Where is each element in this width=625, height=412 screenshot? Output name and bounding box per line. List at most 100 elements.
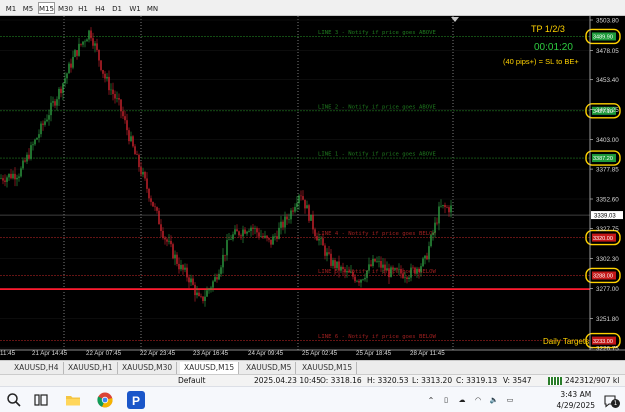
candle-body xyxy=(180,264,182,270)
task-view-icon[interactable] xyxy=(32,391,50,409)
candle-body xyxy=(416,268,418,274)
candle-body xyxy=(282,221,284,228)
wifi-icon[interactable]: ◠ xyxy=(470,396,486,404)
tf-m5-button[interactable]: M5 xyxy=(21,2,35,14)
time-tick-label: 11:45 xyxy=(0,350,16,357)
chart-shift-marker xyxy=(451,17,459,22)
tab-xauusd-h1[interactable]: XAUUSD,H1 xyxy=(64,362,118,374)
candle-body xyxy=(218,273,220,280)
candle-body xyxy=(164,237,166,240)
candle-body xyxy=(162,230,164,238)
tf-h4-button[interactable]: H4 xyxy=(93,2,107,14)
candle-body xyxy=(190,278,192,283)
candle-body xyxy=(208,288,210,291)
candle-body xyxy=(442,204,444,206)
candle-body xyxy=(130,136,132,142)
candle-body xyxy=(156,207,158,211)
time-tick-label: 25 Apr 02:45 xyxy=(302,350,338,357)
candle-body xyxy=(412,267,414,269)
connection-indicator-icon[interactable] xyxy=(548,377,562,385)
device-icon[interactable]: ▯ xyxy=(438,396,454,404)
onedrive-icon[interactable]: ☁ xyxy=(454,396,470,404)
candle-body xyxy=(38,134,40,138)
time-tick-label: 28 Apr 11:45 xyxy=(410,350,445,357)
candle-body xyxy=(166,239,168,242)
candle-body xyxy=(414,267,416,274)
volume-icon[interactable]: 🔈 xyxy=(486,396,502,404)
chrome-icon[interactable] xyxy=(96,391,114,409)
candle-body xyxy=(134,146,136,155)
tf-mn-button[interactable]: MN xyxy=(145,2,160,14)
notification-button[interactable]: 1 xyxy=(603,393,620,408)
price-chart[interactable]: LINE 3 - Notify if price goes ABOVE 3489.… xyxy=(0,16,625,360)
candle-body xyxy=(80,43,82,45)
search-icon[interactable] xyxy=(5,391,23,409)
tab-xauusd-m15-2[interactable]: XAUUSD,M15 xyxy=(298,362,358,374)
candle-body xyxy=(316,236,318,241)
price-tick-label: 3403.00 xyxy=(596,137,619,144)
candle-body xyxy=(252,227,254,229)
candle-body xyxy=(350,272,352,273)
candle-body xyxy=(40,123,42,135)
time-axis: 11:45 21 Apr 14:45 22 Apr 07:45 22 Apr 23:4… xyxy=(0,350,445,357)
tf-m1-button[interactable]: M1 xyxy=(4,2,18,14)
tf-d1-button[interactable]: D1 xyxy=(110,2,124,14)
time-tick-label: 22 Apr 23:45 xyxy=(140,350,176,357)
candle-body xyxy=(440,205,442,207)
candle-body xyxy=(66,73,68,79)
candle-body xyxy=(160,224,162,231)
level-price-box-label: 3320.00 xyxy=(593,236,613,242)
timeframe-toolbar: M1 M5 M15 M30 H1 H4 D1 W1 MN xyxy=(0,0,625,16)
candle-body xyxy=(146,178,148,189)
candle-body xyxy=(128,130,130,142)
candle-body xyxy=(96,43,98,50)
candle-body xyxy=(260,235,262,237)
candle-body xyxy=(62,83,64,94)
daily-targets-label: Daily Targets xyxy=(543,337,589,346)
candle-body xyxy=(418,268,420,272)
tp-title: TP 1/2/3 xyxy=(531,24,565,34)
tf-w1-button[interactable]: W1 xyxy=(127,2,143,14)
tf-h1-button[interactable]: H1 xyxy=(76,2,90,14)
candle-body xyxy=(22,160,24,169)
candle-body xyxy=(186,267,188,278)
app-p-icon[interactable]: P xyxy=(126,390,146,410)
candle-body xyxy=(110,89,112,91)
candle-body xyxy=(78,43,80,56)
candle-body xyxy=(396,268,398,270)
candle-body xyxy=(292,210,294,212)
candle-body xyxy=(386,268,388,271)
candle-body xyxy=(202,296,204,302)
candle-body xyxy=(258,232,260,237)
candle-body xyxy=(356,280,358,282)
candle-body xyxy=(298,195,300,204)
tab-xauusd-h4[interactable]: XAUUSD,H4 xyxy=(10,362,64,374)
level-price-box-label: 3233.00 xyxy=(593,339,613,345)
price-tick-label: 3226.75 xyxy=(596,346,619,353)
battery-icon[interactable]: ▭ xyxy=(502,396,518,404)
tab-xauusd-m30[interactable]: XAUUSD,M30 xyxy=(118,362,178,374)
candle-body xyxy=(108,76,110,91)
candle-body xyxy=(314,229,316,237)
candle-body xyxy=(198,292,200,297)
candle-body xyxy=(64,78,66,84)
tf-m15-button[interactable]: M15 xyxy=(38,2,55,14)
file-explorer-icon[interactable] xyxy=(64,391,82,409)
candle-body xyxy=(274,236,276,237)
tf-m30-button[interactable]: M30 xyxy=(57,2,74,14)
tab-xauusd-m5[interactable]: XAUUSD,M5 xyxy=(242,362,297,374)
candle-body xyxy=(294,206,296,212)
candle-body xyxy=(26,154,28,162)
candle-body xyxy=(182,264,184,270)
candle-body xyxy=(340,266,342,271)
candle-body xyxy=(392,267,394,270)
tab-xauusd-m15[interactable]: XAUUSD,M15 xyxy=(180,362,240,374)
candle-body xyxy=(424,255,426,259)
candle-body xyxy=(246,231,248,234)
taskbar-clock[interactable]: 3:43 AM 4/29/2025 xyxy=(557,389,595,411)
candle-body xyxy=(228,239,230,241)
candle-body xyxy=(10,173,12,179)
candle-body xyxy=(72,56,74,68)
system-tray: ⌃ ▯ ☁ ◠ 🔈 ▭ xyxy=(424,387,518,412)
chevron-up-icon[interactable]: ⌃ xyxy=(424,396,438,405)
